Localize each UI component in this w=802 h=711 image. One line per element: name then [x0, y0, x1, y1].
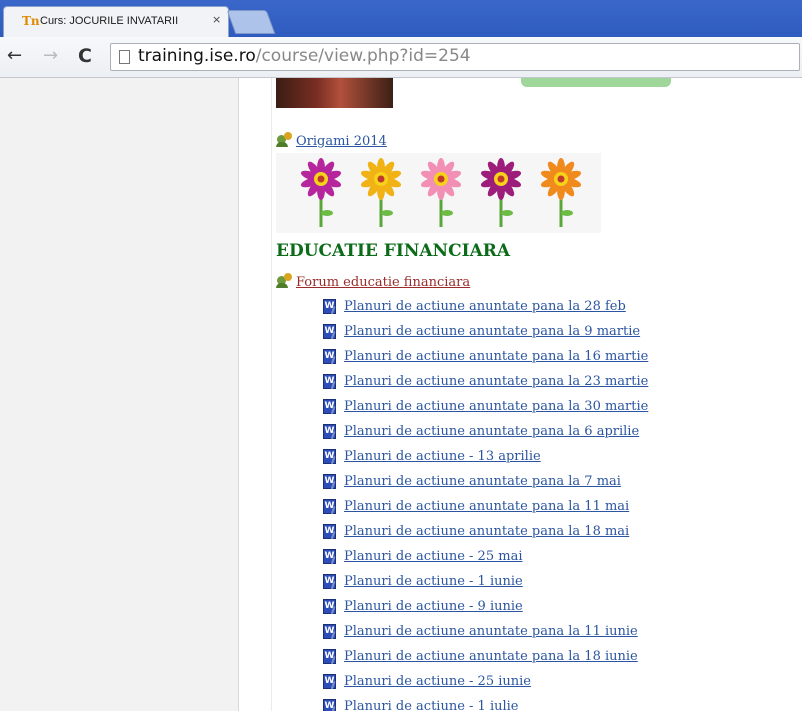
origami-link[interactable]: Origami 2014	[296, 134, 387, 149]
document-link[interactable]: Planuri de actiune anuntate pana la 18 m…	[344, 524, 629, 539]
word-document-icon: W	[323, 424, 336, 439]
content-divider	[271, 78, 272, 711]
page-icon	[119, 50, 130, 64]
document-list: W Planuri de actiune anuntate pana la 28 …	[323, 294, 648, 711]
document-link[interactable]: Planuri de actiune - 25 mai	[344, 549, 522, 564]
word-document-icon: W	[323, 399, 336, 414]
list-item: W Planuri de actiune anuntate pana la 23 …	[323, 369, 648, 394]
browser-toolbar: ← → C training.ise.ro/course/view.php?id…	[0, 37, 802, 78]
list-item: W Planuri de actiune - 25 iunie	[323, 669, 648, 694]
origami-forum-row: Origami 2014	[276, 130, 387, 149]
list-item: W Planuri de actiune anuntate pana la 16 …	[323, 344, 648, 369]
document-link[interactable]: Planuri de actiune - 25 iunie	[344, 674, 531, 689]
word-document-icon: W	[323, 574, 336, 589]
moodle-favicon-icon: Tn	[22, 14, 40, 28]
back-button[interactable]: ←	[7, 46, 22, 66]
word-document-icon: W	[323, 649, 336, 664]
document-link[interactable]: Planuri de actiune anuntate pana la 6 ap…	[344, 424, 639, 439]
list-item: W Planuri de actiune - 9 iunie	[323, 594, 648, 619]
document-link[interactable]: Planuri de actiune anuntate pana la 16 m…	[344, 349, 648, 364]
word-document-icon: W	[323, 449, 336, 464]
tab-strip: Tn Curs: JOCURILE INVATARII ×	[0, 0, 802, 37]
word-document-icon: W	[323, 674, 336, 689]
list-item: W Planuri de actiune anuntate pana la 6 a…	[323, 419, 648, 444]
flower-icon	[360, 158, 402, 227]
list-item: W Planuri de actiune - 1 iunie	[323, 569, 648, 594]
document-link[interactable]: Planuri de actiune anuntate pana la 7 ma…	[344, 474, 621, 489]
flower-icon	[420, 158, 462, 227]
word-document-icon: W	[323, 299, 336, 314]
section-title: EDUCATIE FINANCIARA	[276, 241, 511, 261]
flower-icon	[300, 158, 342, 227]
green-button[interactable]	[521, 78, 671, 87]
course-image	[276, 78, 393, 108]
list-item: W Planuri de actiune anuntate pana la 7 m…	[323, 469, 648, 494]
document-link[interactable]: Planuri de actiune anuntate pana la 11 m…	[344, 499, 629, 514]
list-item: W Planuri de actiune - 25 mai	[323, 544, 648, 569]
document-link[interactable]: Planuri de actiune anuntate pana la 11 i…	[344, 624, 638, 639]
document-link[interactable]: Planuri de actiune anuntate pana la 9 ma…	[344, 324, 640, 339]
list-item: W Planuri de actiune anuntate pana la 11 …	[323, 494, 648, 519]
document-link[interactable]: Planuri de actiune anuntate pana la 30 m…	[344, 399, 648, 414]
forward-button[interactable]: →	[43, 46, 58, 66]
word-document-icon: W	[323, 524, 336, 539]
word-document-icon: W	[323, 699, 336, 711]
url-host: training.ise.ro	[138, 46, 256, 66]
column-divider	[238, 78, 239, 711]
flowers-illustration	[300, 158, 582, 227]
flower-icon	[540, 158, 582, 227]
address-bar[interactable]: training.ise.ro/course/view.php?id=254	[110, 43, 800, 71]
document-link[interactable]: Planuri de actiune - 13 aprilie	[344, 449, 541, 464]
list-item: W Planuri de actiune anuntate pana la 11 …	[323, 619, 648, 644]
left-sidebar-column	[0, 78, 238, 711]
document-link[interactable]: Planuri de actiune anuntate pana la 28 f…	[344, 299, 626, 314]
word-document-icon: W	[323, 624, 336, 639]
word-document-icon: W	[323, 349, 336, 364]
list-item: W Planuri de actiune - 13 aprilie	[323, 444, 648, 469]
new-tab-button[interactable]	[226, 10, 276, 34]
forum-icon	[276, 132, 294, 147]
word-document-icon: W	[323, 499, 336, 514]
url-text: training.ise.ro/course/view.php?id=254	[138, 46, 471, 66]
url-path: /course/view.php?id=254	[255, 46, 471, 66]
tab-title: Curs: JOCURILE INVATARII	[40, 15, 179, 27]
forum-row: Forum educatie financiara	[276, 271, 470, 290]
word-document-icon: W	[323, 324, 336, 339]
list-item: W Planuri de actiune - 1 iulie	[323, 694, 648, 711]
document-link[interactable]: Planuri de actiune - 9 iunie	[344, 599, 523, 614]
document-link[interactable]: Planuri de actiune - 1 iulie	[344, 699, 519, 711]
forum-link[interactable]: Forum educatie financiara	[296, 275, 470, 290]
flower-icon	[480, 158, 522, 227]
flower-banner-image	[276, 153, 601, 233]
document-link[interactable]: Planuri de actiune anuntate pana la 18 i…	[344, 649, 638, 664]
list-item: W Planuri de actiune anuntate pana la 18 …	[323, 519, 648, 544]
word-document-icon: W	[323, 599, 336, 614]
document-link[interactable]: Planuri de actiune - 1 iunie	[344, 574, 523, 589]
list-item: W Planuri de actiune anuntate pana la 30 …	[323, 394, 648, 419]
word-document-icon: W	[323, 549, 336, 564]
word-document-icon: W	[323, 374, 336, 389]
close-tab-icon[interactable]: ×	[212, 13, 221, 26]
browser-tab[interactable]: Tn Curs: JOCURILE INVATARII ×	[3, 6, 229, 37]
document-link[interactable]: Planuri de actiune anuntate pana la 23 m…	[344, 374, 648, 389]
list-item: W Planuri de actiune anuntate pana la 18 …	[323, 644, 648, 669]
forum-icon	[276, 273, 294, 288]
reload-button[interactable]: C	[78, 46, 92, 66]
word-document-icon: W	[323, 474, 336, 489]
list-item: W Planuri de actiune anuntate pana la 28 …	[323, 294, 648, 319]
list-item: W Planuri de actiune anuntate pana la 9 m…	[323, 319, 648, 344]
